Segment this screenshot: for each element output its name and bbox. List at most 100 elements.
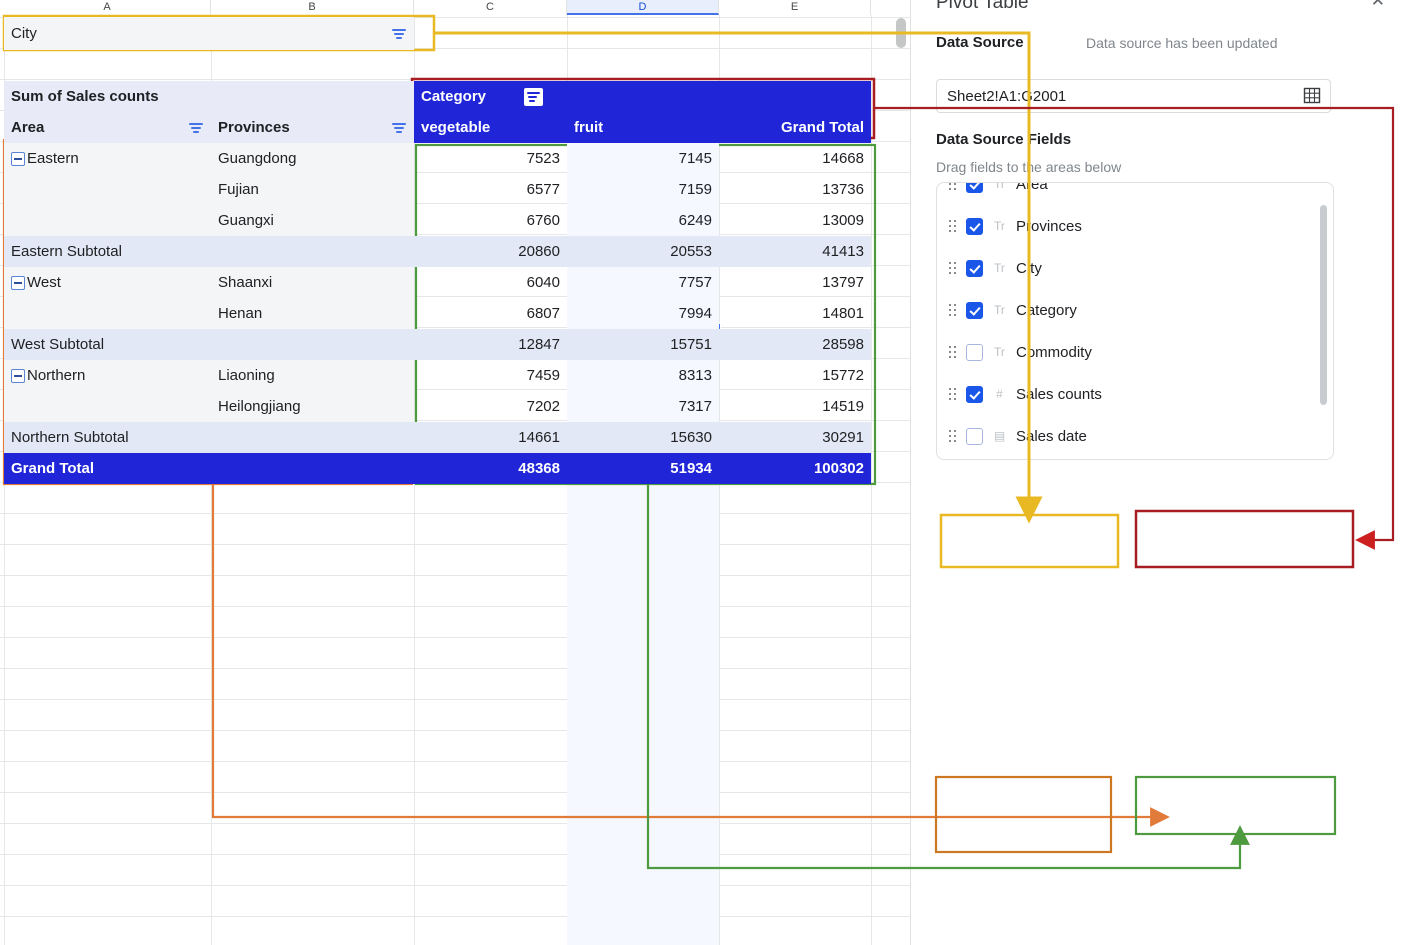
value-cell-total[interactable]: 41413 [719, 236, 871, 267]
collapse-toggle[interactable] [11, 152, 25, 166]
value-cell-total[interactable]: 15772 [719, 360, 871, 391]
row-cell-province[interactable]: Guangdong [211, 143, 414, 174]
row-cell-province[interactable]: Henan [211, 298, 414, 329]
row-cell-area[interactable]: Grand Total [4, 453, 211, 484]
value-cell-fruit[interactable]: 6249 [567, 205, 719, 236]
value-cell-fruit[interactable]: 15751 [567, 329, 719, 360]
value-cell-total[interactable]: 30291 [719, 422, 871, 453]
filter-icon[interactable] [524, 88, 543, 106]
field-checkbox[interactable] [966, 260, 983, 277]
field-checkbox[interactable] [966, 302, 983, 319]
value-cell-vegetable[interactable]: 14661 [414, 422, 567, 453]
row-cell-area[interactable] [4, 391, 211, 422]
drag-handle-icon[interactable] [949, 430, 957, 443]
value-cell-total[interactable]: 13797 [719, 267, 871, 298]
collapse-toggle[interactable] [11, 276, 25, 290]
row-cell-area[interactable]: Northern [4, 360, 211, 391]
column-header-d[interactable]: D [567, 0, 719, 15]
collapse-toggle[interactable] [11, 369, 25, 383]
data-source-field-list[interactable]: TrAreaTrProvincesTrCityTrCategoryTrCommo… [936, 182, 1334, 460]
drag-handle-icon[interactable] [949, 220, 957, 233]
drag-handle-icon[interactable] [949, 182, 957, 191]
field-item-provinces[interactable]: TrProvinces [937, 205, 1334, 247]
vertical-scrollbar[interactable] [896, 18, 906, 48]
filter-icon[interactable] [391, 121, 407, 135]
spreadsheet-area[interactable]: ABCDE CitySum of Sales countsCategoryAre… [0, 0, 910, 945]
field-item-category[interactable]: TrCategory [937, 289, 1334, 331]
drag-handle-icon[interactable] [949, 346, 957, 359]
drag-handle-icon[interactable] [949, 388, 957, 401]
value-cell-vegetable[interactable]: 6577 [414, 174, 567, 205]
value-cell-fruit[interactable]: 15630 [567, 422, 719, 453]
value-cell-vegetable[interactable]: 48368 [414, 453, 567, 484]
spreadsheet-grid[interactable]: CitySum of Sales countsCategoryAreaProvi… [0, 15, 910, 945]
row-cell-province[interactable] [211, 453, 414, 484]
row-cell-area[interactable] [4, 298, 211, 329]
value-cell-fruit[interactable]: 20553 [567, 236, 719, 267]
value-cell-vegetable[interactable]: 12847 [414, 329, 567, 360]
row-field-header-provinces[interactable]: Provinces [211, 112, 414, 143]
value-cell-fruit[interactable]: 7317 [567, 391, 719, 422]
grid-picker-icon[interactable] [1303, 86, 1323, 111]
row-cell-area[interactable]: Eastern [4, 143, 211, 174]
value-cell-total[interactable]: 100302 [719, 453, 871, 484]
field-item-area[interactable]: TrArea [937, 182, 1334, 205]
value-cell-total[interactable]: 14668 [719, 143, 871, 174]
row-cell-province[interactable] [211, 422, 414, 453]
value-cell-fruit[interactable]: 7757 [567, 267, 719, 298]
value-cell-fruit[interactable]: 7145 [567, 143, 719, 174]
field-checkbox[interactable] [966, 182, 983, 193]
value-cell-total[interactable]: 13009 [719, 205, 871, 236]
value-cell-vegetable[interactable]: 7202 [414, 391, 567, 422]
filter-field-cell[interactable]: City [4, 17, 211, 50]
value-cell-total[interactable]: 28598 [719, 329, 871, 360]
row-cell-province[interactable] [211, 236, 414, 267]
row-cell-province[interactable] [211, 329, 414, 360]
field-checkbox[interactable] [966, 386, 983, 403]
value-cell-total[interactable]: 13736 [719, 174, 871, 205]
field-item-city[interactable]: TrCity [937, 247, 1334, 289]
value-cell-fruit[interactable]: 8313 [567, 360, 719, 391]
row-cell-area[interactable]: West [4, 267, 211, 298]
column-header-c[interactable]: C [414, 0, 567, 15]
filter-dropdown-cell[interactable] [211, 17, 414, 50]
row-cell-area[interactable]: Northern Subtotal [4, 422, 211, 453]
value-cell-total[interactable]: 14519 [719, 391, 871, 422]
row-field-header-area[interactable]: Area [4, 112, 211, 143]
filter-icon[interactable] [188, 121, 204, 135]
close-icon[interactable]: ✕ [1371, 0, 1385, 11]
field-item-commodity[interactable]: TrCommodity [937, 331, 1334, 373]
column-field-header[interactable]: Category [414, 81, 871, 112]
column-header-b[interactable]: B [211, 0, 414, 15]
drag-handle-icon[interactable] [949, 304, 957, 317]
value-cell-fruit[interactable]: 7159 [567, 174, 719, 205]
field-checkbox[interactable] [966, 218, 983, 235]
column-header-a[interactable]: A [4, 0, 211, 15]
field-item-sales-counts[interactable]: #Sales counts [937, 373, 1334, 415]
value-cell-vegetable[interactable]: 7459 [414, 360, 567, 391]
value-cell-total[interactable]: 14801 [719, 298, 871, 329]
drag-handle-icon[interactable] [949, 262, 957, 275]
value-cell-vegetable[interactable]: 6760 [414, 205, 567, 236]
row-cell-province[interactable]: Shaanxi [211, 267, 414, 298]
row-cell-province[interactable]: Guangxi [211, 205, 414, 236]
value-cell-fruit[interactable]: 51934 [567, 453, 719, 484]
value-cell-vegetable[interactable]: 20860 [414, 236, 567, 267]
field-item-sales-date[interactable]: ▤Sales date [937, 415, 1334, 457]
row-cell-area[interactable] [4, 205, 211, 236]
row-cell-area[interactable]: West Subtotal [4, 329, 211, 360]
column-header-e[interactable]: E [719, 0, 871, 15]
row-cell-province[interactable]: Heilongjiang [211, 391, 414, 422]
value-cell-vegetable[interactable]: 7523 [414, 143, 567, 174]
value-cell-fruit[interactable]: 7994 [567, 298, 719, 329]
row-cell-area[interactable] [4, 174, 211, 205]
value-cell-vegetable[interactable]: 6040 [414, 267, 567, 298]
value-cell-vegetable[interactable]: 6807 [414, 298, 567, 329]
row-cell-province[interactable]: Liaoning [211, 360, 414, 391]
row-cell-province[interactable]: Fujian [211, 174, 414, 205]
data-source-input[interactable]: Sheet2!A1:G2001 [936, 79, 1331, 113]
filter-icon[interactable] [391, 27, 407, 41]
field-checkbox[interactable] [966, 344, 983, 361]
row-cell-area[interactable]: Eastern Subtotal [4, 236, 211, 267]
field-checkbox[interactable] [966, 428, 983, 445]
